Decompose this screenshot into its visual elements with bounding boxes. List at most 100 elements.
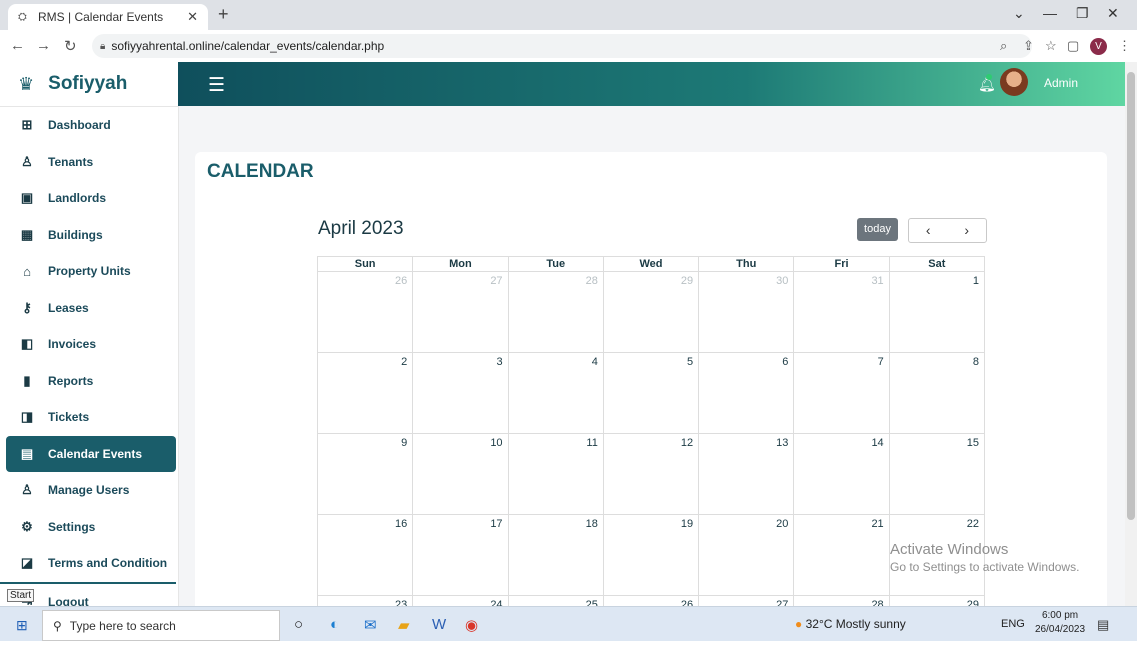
day-cell[interactable]: 26 [316,271,414,353]
word-icon[interactable]: W [432,616,446,633]
notification-bell-icon[interactable]: 🔔︎ [978,74,996,93]
day-cell[interactable]: 29 [888,595,986,606]
sidebar-item-leases[interactable]: ⚷ Leases [0,290,178,327]
day-cell[interactable]: 13 [698,433,795,515]
close-window-icon[interactable]: ✕ [1107,5,1119,22]
day-cell[interactable]: 23 [316,595,414,606]
taskbar-search[interactable]: ⚲ Type here to search [42,610,280,641]
weekday-header: Mon [412,256,509,272]
notification-center-icon[interactable]: ▤ [1097,617,1109,633]
day-cell[interactable]: 27 [412,271,509,353]
day-cell[interactable]: 3 [412,352,509,434]
sidebar-item-calendar-events[interactable]: ▤ Calendar Events [6,435,176,472]
day-cell[interactable]: 4 [507,352,604,434]
book-icon: ◪ [20,555,34,571]
house-icon: ⌂ [23,263,31,279]
day-cell[interactable]: 11 [507,433,604,515]
bookmark-star-icon[interactable]: ☆ [1045,38,1057,54]
sidebar-item-settings[interactable]: ⚙ Settings [0,509,178,546]
browser-tab[interactable]: ⛭ RMS | Calendar Events ✕ [8,4,208,30]
month-nav: ‹ › [908,218,987,243]
file-explorer-icon[interactable]: ▰ [398,616,410,634]
scrollbar-thumb[interactable] [1127,72,1135,520]
day-cell[interactable]: 18 [507,514,604,596]
tab-title: RMS | Calendar Events [38,10,164,24]
back-icon[interactable]: ← [10,37,25,54]
close-tab-icon[interactable]: ✕ [187,9,198,25]
side-panel-icon[interactable]: ▢ [1067,38,1079,54]
maximize-icon[interactable]: ❐ [1076,5,1089,22]
day-cell[interactable]: 12 [602,433,700,515]
sidebar-item-label: Dashboard [48,118,111,133]
forward-icon[interactable]: → [36,37,51,54]
browser-menu-icon[interactable]: ⋮ [1118,38,1131,54]
prev-month-button[interactable]: ‹ [909,219,948,242]
day-cell[interactable]: 9 [316,433,414,515]
day-cell[interactable]: 27 [698,595,795,606]
day-cell[interactable]: 25 [507,595,604,606]
sidebar-item-manage-users[interactable]: ♙ Manage Users [0,472,178,509]
day-cell[interactable]: 24 [412,595,509,606]
page-scrollbar[interactable] [1125,62,1137,606]
day-cell[interactable]: 14 [793,433,890,515]
sidebar-item-buildings[interactable]: ▦ Buildings [0,217,178,254]
day-cell[interactable]: 28 [507,271,604,353]
day-cell[interactable]: 28 [793,595,890,606]
user-avatar[interactable] [1000,68,1028,96]
weather-widget[interactable]: ● 32°C Mostly sunny [795,617,906,631]
reload-icon[interactable]: ↻ [64,37,77,55]
day-cell[interactable]: 21 [793,514,890,596]
sidebar-item-dashboard[interactable]: ⊞ Dashboard [0,107,178,144]
day-cell[interactable]: 29 [602,271,700,353]
share-icon[interactable]: ⇪ [1023,38,1034,54]
sidebar-item-tickets[interactable]: ◨ Tickets [0,399,178,436]
search-icon: ⚲ [53,618,62,633]
sidebar-item-invoices[interactable]: ◧ Invoices [0,326,178,363]
day-cell[interactable]: 16 [316,514,414,596]
task-view-icon[interactable]: ○ [294,616,303,633]
day-cell[interactable]: 19 [602,514,700,596]
day-cell[interactable]: 8 [888,352,986,434]
lock-icon: 🔒︎ [100,40,106,52]
day-cell[interactable]: 26 [602,595,700,606]
sidebar-item-label: Settings [48,519,96,534]
minimize-icon[interactable]: — [1043,5,1057,21]
sidebar-item-reports[interactable]: ▮ Reports [0,363,178,400]
tray-lang[interactable]: ENG [1001,618,1025,630]
profile-avatar[interactable]: V [1090,38,1107,55]
sidebar-item-label: Property Units [48,264,131,279]
zoom-icon[interactable]: ⌕ [1000,38,1007,54]
mail-icon[interactable]: ✉ [364,616,377,634]
day-cell[interactable]: 5 [602,352,700,434]
day-cell[interactable]: 17 [412,514,509,596]
day-cell[interactable]: 30 [698,271,795,353]
edge-icon[interactable]: ◐ [330,616,339,633]
sidebar-item-terms[interactable]: ◪ Terms and Condition [0,545,176,584]
sidebar: ♛ Sofiyyah ⊞ Dashboard ♙ Tenants ▣ Landlord… [0,62,179,606]
sidebar-menu: ⊞ Dashboard ♙ Tenants ▣ Landlords ▦ Building… [0,107,178,606]
day-cell[interactable]: 1 [888,271,986,353]
day-cell[interactable]: 2 [316,352,414,434]
day-cell[interactable]: 7 [793,352,890,434]
day-cell[interactable]: 15 [888,433,986,515]
day-cell[interactable]: 10 [412,433,509,515]
next-month-button[interactable]: › [948,219,987,242]
week-row: 23 24 25 26 27 28 29 [316,595,986,606]
url-field[interactable]: 🔒︎ sofiyyahrental.online/calendar_events… [92,34,1032,58]
sidebar-item-landlords[interactable]: ▣ Landlords [0,180,178,217]
today-button[interactable]: today [857,218,898,241]
hamburger-menu-icon[interactable]: ☰ [208,74,225,97]
day-cell[interactable]: 31 [793,271,890,353]
chrome-icon[interactable]: ◉ [465,616,478,634]
sidebar-item-tenants[interactable]: ♙ Tenants [0,144,178,181]
brand[interactable]: ♛ Sofiyyah [0,62,178,107]
day-cell[interactable]: 6 [698,352,795,434]
user-name[interactable]: Admin [1044,76,1078,90]
windows-start-icon[interactable]: ⊞ [16,617,28,634]
new-tab-icon[interactable]: + [218,4,229,25]
system-clock[interactable]: 6:00 pm 26/04/2023 [1035,609,1085,637]
sidebar-item-property-units[interactable]: ⌂ Property Units [0,253,178,290]
bar-chart-icon: ▮ [23,372,31,388]
day-cell[interactable]: 20 [698,514,795,596]
tab-search-icon[interactable]: ⌄ [1013,5,1025,22]
